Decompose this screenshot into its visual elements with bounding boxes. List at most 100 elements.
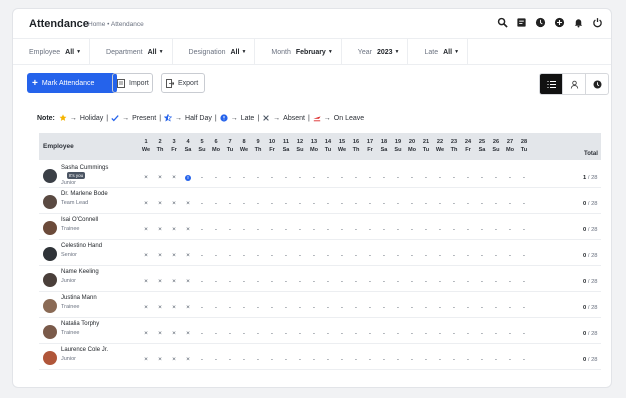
empty-mark[interactable]: - (237, 174, 251, 181)
empty-mark[interactable]: - (349, 356, 363, 363)
absent-mark[interactable]: × (153, 200, 167, 207)
empty-mark[interactable]: - (293, 200, 307, 207)
empty-mark[interactable]: - (265, 330, 279, 337)
absent-mark[interactable]: × (139, 304, 153, 311)
table-row[interactable]: Celestino Hand Senior × × × × - - - - - - - - - - - - - - - -… (39, 240, 601, 266)
empty-mark[interactable]: - (489, 252, 503, 259)
notes-icon[interactable] (515, 16, 527, 28)
table-row[interactable]: Sasha Cummings It's you Junior × × ×! - - - - - - - -… (39, 162, 601, 188)
empty-mark[interactable]: - (335, 330, 349, 337)
import-button[interactable]: Import (112, 73, 153, 93)
absent-mark[interactable]: × (153, 356, 167, 363)
empty-mark[interactable]: - (349, 330, 363, 337)
empty-mark[interactable]: - (377, 356, 391, 363)
filter-designation[interactable]: Designation All ▼ (173, 39, 256, 65)
empty-mark[interactable]: - (447, 252, 461, 259)
empty-mark[interactable]: - (503, 174, 517, 181)
filter-employee[interactable]: Employee All ▼ (13, 39, 91, 65)
empty-mark[interactable]: - (461, 200, 475, 207)
empty-mark[interactable]: - (363, 174, 377, 181)
empty-mark[interactable]: - (433, 278, 447, 285)
empty-mark[interactable]: - (461, 356, 475, 363)
empty-mark[interactable]: - (349, 200, 363, 207)
empty-mark[interactable]: - (405, 330, 419, 337)
absent-mark[interactable]: × (167, 252, 181, 259)
empty-mark[interactable]: - (517, 174, 531, 181)
empty-mark[interactable]: - (447, 278, 461, 285)
empty-mark[interactable]: - (517, 226, 531, 233)
empty-mark[interactable]: - (461, 252, 475, 259)
empty-mark[interactable]: - (279, 226, 293, 233)
empty-mark[interactable]: - (209, 278, 223, 285)
employee-name[interactable]: Name Keeling (61, 269, 99, 275)
empty-mark[interactable]: - (461, 304, 475, 311)
empty-mark[interactable]: - (293, 356, 307, 363)
empty-mark[interactable]: - (335, 252, 349, 259)
table-row[interactable]: Name Keeling Junior × × × × - - - - - - - - - - - - - - - - - -… (39, 266, 601, 292)
empty-mark[interactable]: - (265, 304, 279, 311)
absent-mark[interactable]: × (167, 174, 181, 181)
empty-mark[interactable]: - (307, 330, 321, 337)
empty-mark[interactable]: - (475, 356, 489, 363)
bell-icon[interactable] (572, 16, 584, 28)
empty-mark[interactable]: - (349, 174, 363, 181)
absent-mark[interactable]: × (139, 330, 153, 337)
empty-mark[interactable]: - (209, 200, 223, 207)
empty-mark[interactable]: - (321, 330, 335, 337)
employee-name[interactable]: Natalia Torphy (61, 321, 99, 327)
empty-mark[interactable]: - (419, 252, 433, 259)
empty-mark[interactable]: - (461, 278, 475, 285)
empty-mark[interactable]: - (433, 226, 447, 233)
empty-mark[interactable]: - (223, 330, 237, 337)
empty-mark[interactable]: - (307, 200, 321, 207)
empty-mark[interactable]: - (391, 278, 405, 285)
empty-mark[interactable]: - (475, 226, 489, 233)
empty-mark[interactable]: - (377, 226, 391, 233)
empty-mark[interactable]: - (293, 226, 307, 233)
empty-mark[interactable]: - (419, 356, 433, 363)
empty-mark[interactable]: - (433, 252, 447, 259)
empty-mark[interactable]: - (391, 200, 405, 207)
empty-mark[interactable]: - (307, 278, 321, 285)
empty-mark[interactable]: - (377, 252, 391, 259)
empty-mark[interactable]: - (489, 200, 503, 207)
empty-mark[interactable]: - (433, 174, 447, 181)
empty-mark[interactable]: - (405, 226, 419, 233)
empty-mark[interactable]: - (209, 174, 223, 181)
filter-department[interactable]: Department All ▼ (90, 39, 173, 65)
absent-mark[interactable]: × (167, 200, 181, 207)
empty-mark[interactable]: - (503, 330, 517, 337)
empty-mark[interactable]: - (363, 252, 377, 259)
empty-mark[interactable]: - (475, 304, 489, 311)
empty-mark[interactable]: - (223, 200, 237, 207)
empty-mark[interactable]: - (251, 304, 265, 311)
absent-mark[interactable]: × (167, 330, 181, 337)
empty-mark[interactable]: - (391, 226, 405, 233)
table-row[interactable]: Dr. Marlene Bode Team Lead × × × × - - - - - - - - - - -… (39, 188, 601, 214)
empty-mark[interactable]: - (349, 252, 363, 259)
empty-mark[interactable]: - (489, 226, 503, 233)
clock-view-toggle[interactable] (585, 73, 609, 95)
empty-mark[interactable]: - (265, 226, 279, 233)
empty-mark[interactable]: - (475, 200, 489, 207)
absent-mark[interactable]: × (181, 304, 195, 311)
empty-mark[interactable]: - (475, 278, 489, 285)
empty-mark[interactable]: - (195, 200, 209, 207)
empty-mark[interactable]: - (419, 226, 433, 233)
absent-mark[interactable]: × (139, 278, 153, 285)
empty-mark[interactable]: - (447, 174, 461, 181)
absent-mark[interactable]: × (181, 356, 195, 363)
empty-mark[interactable]: - (475, 330, 489, 337)
table-row[interactable]: Justina Mann Trainee × × × × - - - - - - - - - - - - - - - - -… (39, 292, 601, 318)
empty-mark[interactable]: - (195, 278, 209, 285)
empty-mark[interactable]: - (195, 226, 209, 233)
absent-mark[interactable]: × (167, 226, 181, 233)
empty-mark[interactable]: - (223, 226, 237, 233)
table-row[interactable]: Laurence Cole Jr. Junior × × × × - - - - - - - - - - - - -… (39, 344, 601, 370)
empty-mark[interactable]: - (405, 278, 419, 285)
table-row[interactable]: Natalia Torphy Trainee × × × × - - - - - - - - - - - - - - -… (39, 318, 601, 344)
absent-mark[interactable]: × (139, 252, 153, 259)
absent-mark[interactable]: × (139, 356, 153, 363)
empty-mark[interactable]: - (321, 252, 335, 259)
empty-mark[interactable]: - (461, 226, 475, 233)
